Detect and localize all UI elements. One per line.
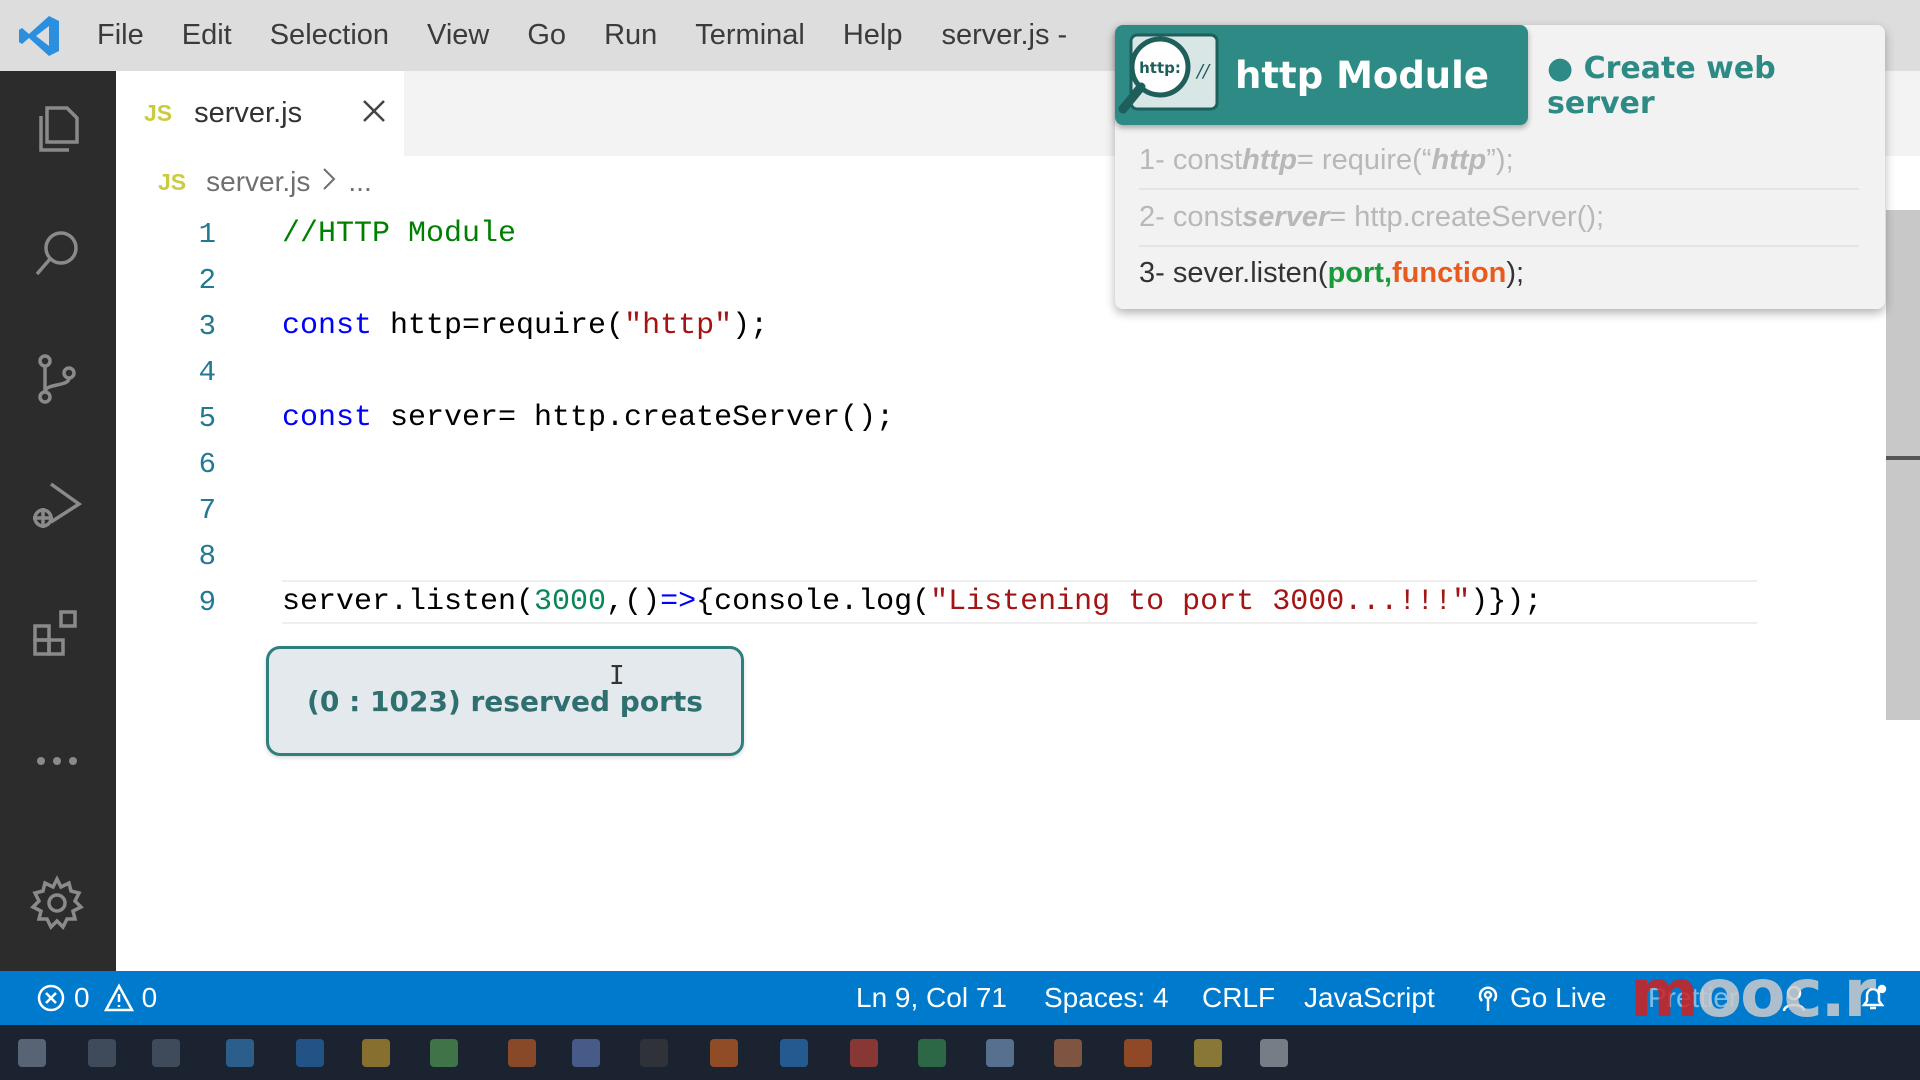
- language-mode[interactable]: JavaScript: [1304, 971, 1435, 1025]
- explorer-icon[interactable]: [22, 93, 92, 163]
- window-title: server.js -: [941, 19, 1068, 51]
- start-icon[interactable]: [18, 1039, 46, 1067]
- taskbar-app-icon[interactable]: [1054, 1039, 1082, 1067]
- menu-file[interactable]: File: [78, 0, 163, 71]
- line-number: 7: [198, 493, 216, 527]
- http-magnifier-icon: http: //: [1115, 25, 1225, 125]
- taskbar-app-icon[interactable]: [226, 1039, 254, 1067]
- line-number: 5: [198, 401, 216, 435]
- taskbar-app-icon[interactable]: [88, 1039, 116, 1067]
- vscode-logo-icon: [0, 0, 78, 71]
- svg-text://: //: [1195, 61, 1211, 82]
- overlay-title: http Module: [1235, 53, 1489, 97]
- menu-go[interactable]: Go: [508, 0, 585, 71]
- line-endings[interactable]: CRLF: [1202, 971, 1275, 1025]
- line-number: 1: [198, 217, 216, 251]
- code-line: 8: [116, 533, 1816, 579]
- close-icon[interactable]: [354, 91, 394, 131]
- line-number: 6: [198, 447, 216, 481]
- extensions-icon[interactable]: [22, 597, 92, 667]
- settings-gear-icon[interactable]: [22, 868, 92, 938]
- tab-server-js[interactable]: JS server.js: [116, 71, 404, 156]
- search-icon[interactable]: [22, 219, 92, 289]
- menu-selection[interactable]: Selection: [251, 0, 408, 71]
- code-line: 6: [116, 441, 1816, 487]
- breadcrumb: JS server.js ...: [158, 166, 372, 198]
- code-line: 3 const http=require("http");: [116, 303, 1816, 349]
- code-text: const http=require("http");: [282, 309, 769, 343]
- vertical-scrollbar[interactable]: [1886, 210, 1920, 720]
- source-control-icon[interactable]: [22, 344, 92, 414]
- code-line: 5 const server= http.createServer();: [116, 395, 1816, 441]
- svg-text:http:: http:: [1139, 59, 1181, 77]
- menu-view[interactable]: View: [408, 0, 508, 71]
- divider: [1139, 245, 1859, 247]
- step-3: 3- sever.listen(port, function);: [1139, 256, 1525, 289]
- reserved-ports-callout: (0 : 1023) reserved ports: [266, 646, 744, 756]
- taskbar-app-icon[interactable]: [710, 1039, 738, 1067]
- code-text: server.listen(3000,()=>{console.log("Lis…: [282, 585, 1543, 619]
- overlay-header: http: // http Module: [1115, 25, 1528, 125]
- line-number: 3: [198, 309, 216, 343]
- text-cursor-icon: I: [609, 661, 625, 691]
- indentation[interactable]: Spaces: 4: [1044, 971, 1169, 1025]
- taskbar-app-icon[interactable]: [918, 1039, 946, 1067]
- overlay-bullet: ● Create web server: [1547, 51, 1776, 121]
- code-line: 4: [116, 349, 1816, 395]
- step-2: 2- const server = http.createServer();: [1139, 200, 1605, 233]
- code-line: 9 server.listen(3000,()=>{console.log("L…: [116, 579, 1816, 625]
- problems-indicator[interactable]: 0 0: [36, 971, 157, 1025]
- run-debug-icon[interactable]: [22, 471, 92, 541]
- menu-run[interactable]: Run: [585, 0, 676, 71]
- callout-text: (0 : 1023) reserved ports: [307, 684, 703, 718]
- mooc-watermark-logo: mooc.r: [1630, 955, 1876, 1032]
- js-file-icon: JS: [144, 100, 173, 126]
- tutorial-overlay-card: http: // http Module ● Create web server…: [1115, 25, 1885, 309]
- taskbar-app-icon[interactable]: [362, 1039, 390, 1067]
- line-number: 9: [198, 585, 216, 619]
- taskbar-app-icon[interactable]: [1124, 1039, 1152, 1067]
- line-number: 4: [198, 355, 216, 389]
- taskbar-app-icon[interactable]: [640, 1039, 668, 1067]
- chevron-right-icon: [322, 166, 336, 198]
- activity-bar: [0, 71, 116, 971]
- taskbar-app-icon[interactable]: [780, 1039, 808, 1067]
- taskbar-app-icon[interactable]: [986, 1039, 1014, 1067]
- taskbar-app-icon[interactable]: [850, 1039, 878, 1067]
- error-count: 0: [74, 982, 90, 1013]
- code-text: const server= http.createServer();: [282, 401, 895, 435]
- step-1: 1- const http = require(“ http”);: [1139, 143, 1514, 176]
- line-number: 8: [198, 539, 216, 573]
- taskbar-app-icon[interactable]: [508, 1039, 536, 1067]
- warning-count: 0: [141, 982, 158, 1013]
- broadcast-icon: [1474, 983, 1502, 1013]
- taskbar-app-icon[interactable]: [1194, 1039, 1222, 1067]
- divider: [1139, 188, 1859, 190]
- menu-bar: File Edit Selection View Go Run Terminal…: [78, 0, 922, 71]
- os-taskbar: [0, 1025, 1920, 1080]
- js-file-icon: JS: [158, 168, 187, 195]
- line-number: 2: [198, 263, 216, 297]
- menu-terminal[interactable]: Terminal: [676, 0, 824, 71]
- breadcrumb-rest[interactable]: ...: [348, 166, 371, 198]
- go-live-button[interactable]: Go Live: [1474, 971, 1607, 1025]
- code-text: //HTTP Module: [282, 217, 517, 251]
- cursor-position[interactable]: Ln 9, Col 71: [856, 971, 1007, 1025]
- taskbar-app-icon[interactable]: [152, 1039, 180, 1067]
- taskbar-app-icon[interactable]: [430, 1039, 458, 1067]
- breadcrumb-file[interactable]: server.js: [206, 166, 310, 198]
- warning-icon: [103, 983, 134, 1013]
- tab-label: server.js: [194, 97, 303, 129]
- menu-help[interactable]: Help: [824, 0, 922, 71]
- scrollbar-position-marker: [1886, 456, 1920, 460]
- code-line: 7: [116, 487, 1816, 533]
- more-icon[interactable]: [22, 726, 92, 796]
- taskbar-app-icon[interactable]: [1260, 1039, 1288, 1067]
- menu-edit[interactable]: Edit: [163, 0, 251, 71]
- taskbar-app-icon[interactable]: [572, 1039, 600, 1067]
- taskbar-app-icon[interactable]: [296, 1039, 324, 1067]
- error-icon: [36, 983, 66, 1013]
